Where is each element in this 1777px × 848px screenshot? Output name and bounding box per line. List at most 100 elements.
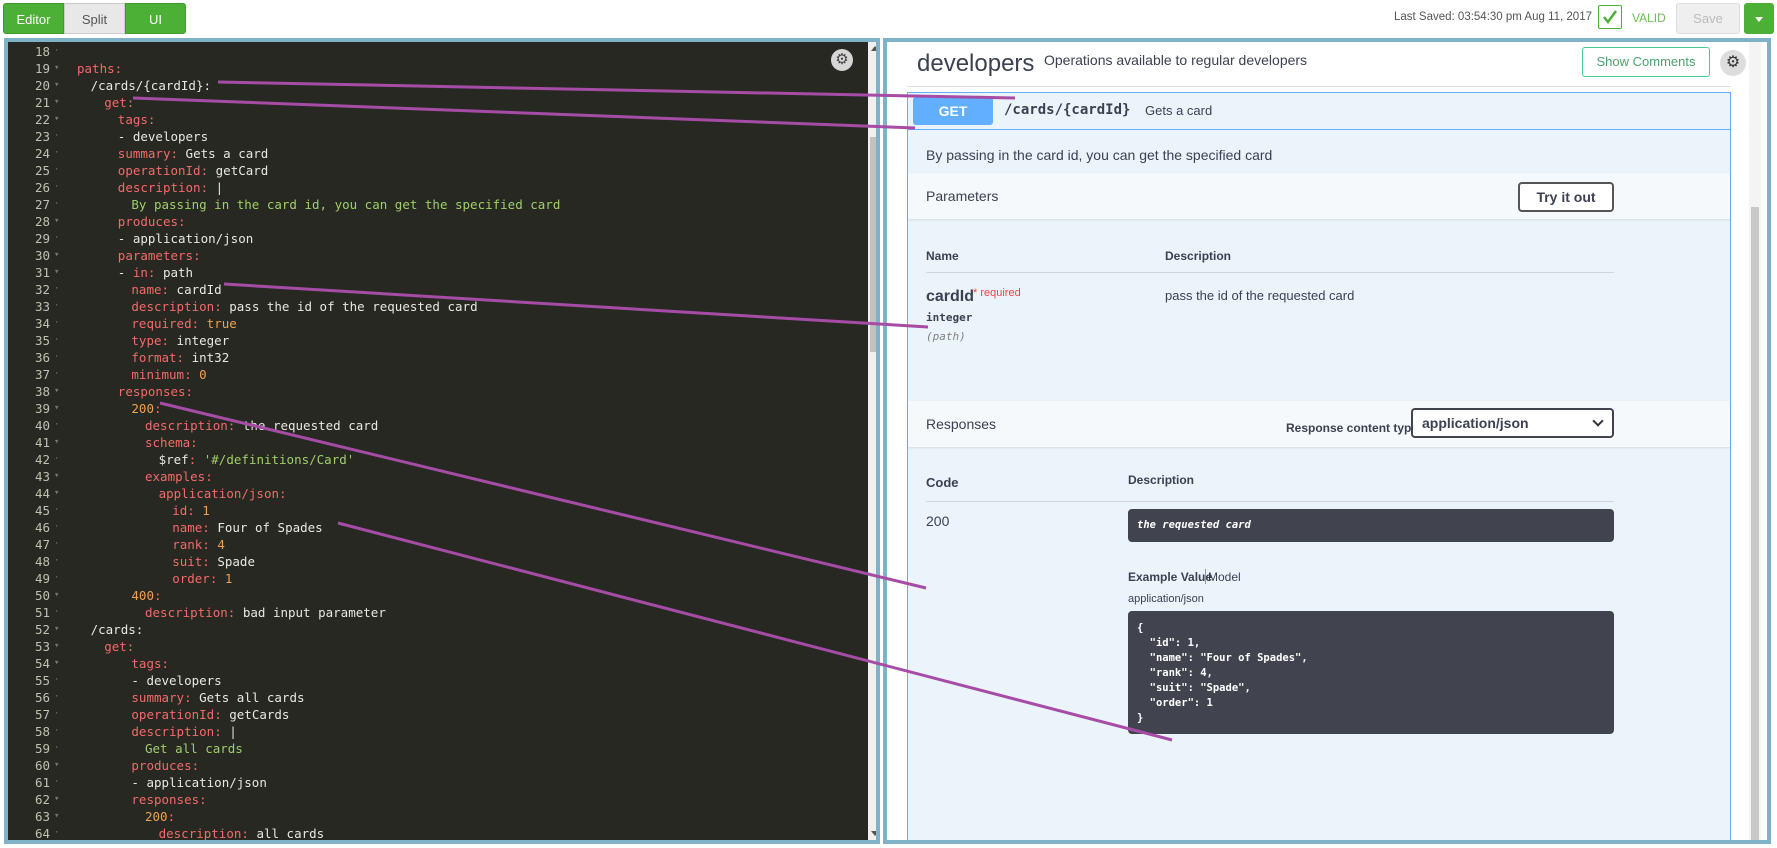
code-line[interactable]: 50 ▾ 400:: [8, 587, 868, 604]
fold-arrow-icon[interactable]: ▾: [54, 213, 59, 230]
code-line[interactable]: 53 ▾ get:: [8, 638, 868, 655]
fold-arrow-icon[interactable]: ▾: [54, 587, 59, 604]
ui-settings-gear-icon[interactable]: ⚙: [1720, 50, 1746, 76]
code-line[interactable]: 20 ▾ /cards/{cardId}:: [8, 77, 868, 94]
code-token: /cards/{cardId}: [90, 78, 204, 93]
fold-arrow-icon[interactable]: ▾: [54, 808, 59, 825]
code-line[interactable]: 32 · name: cardId: [8, 281, 868, 298]
code-line[interactable]: 64 · description: all cards: [8, 825, 868, 840]
code-token: :: [202, 520, 210, 535]
code-line[interactable]: 42 · $ref: '#/definitions/Card': [8, 451, 868, 468]
example-value-tab[interactable]: Example Value: [1128, 570, 1212, 584]
code-line[interactable]: 43 ▾ examples:: [8, 468, 868, 485]
example-json-block: { "id": 1, "name": "Four of Spades", "ra…: [1128, 611, 1614, 734]
code-token: :: [187, 503, 195, 518]
code-line[interactable]: 63 ▾ 200:: [8, 808, 868, 825]
code-line[interactable]: 48 · suit: Spade: [8, 553, 868, 570]
fold-arrow-icon[interactable]: ▾: [54, 434, 59, 451]
fold-arrow-icon[interactable]: ▾: [54, 757, 59, 774]
code-line[interactable]: 30 ▾ parameters:: [8, 247, 868, 264]
code-line[interactable]: 51 · description: bad input parameter: [8, 604, 868, 621]
code-line[interactable]: 37 · minimum: 0: [8, 366, 868, 383]
code-text: order: 1: [172, 570, 232, 587]
fold-arrow-icon[interactable]: ▾: [54, 60, 59, 77]
code-line[interactable]: 62 ▾ responses:: [8, 791, 868, 808]
try-it-out-button[interactable]: Try it out: [1518, 182, 1614, 212]
response-content-type-select[interactable]: application/json: [1411, 408, 1614, 438]
code-line[interactable]: 18 ·: [8, 43, 868, 60]
code-line[interactable]: 23 · - developers: [8, 128, 868, 145]
line-number: 61: [34, 775, 50, 790]
code-line[interactable]: 22 ▾ tags:: [8, 111, 868, 128]
fold-arrow-icon[interactable]: ▾: [54, 264, 59, 281]
ui-view-button[interactable]: UI: [125, 3, 186, 34]
tag-title[interactable]: developers: [917, 50, 1034, 78]
code-line[interactable]: 60 ▾ produces:: [8, 757, 868, 774]
fold-arrow-icon[interactable]: ▾: [54, 621, 59, 638]
line-number: 57: [34, 707, 50, 722]
code-line[interactable]: 25 · operationId: getCard: [8, 162, 868, 179]
ui-scrollbar[interactable]: [1749, 42, 1761, 840]
code-line[interactable]: 57 · operationId: getCards: [8, 706, 868, 723]
code-line[interactable]: 29 · - application/json: [8, 230, 868, 247]
scroll-down-icon[interactable]: [871, 831, 876, 836]
fold-dot-icon: ·: [54, 301, 60, 311]
fold-arrow-icon[interactable]: ▾: [54, 247, 59, 264]
code-line[interactable]: 41 ▾ schema:: [8, 434, 868, 451]
code-line[interactable]: 59 · Get all cards: [8, 740, 868, 757]
code-line[interactable]: 54 ▾ tags:: [8, 655, 868, 672]
fold-arrow-icon[interactable]: ▾: [54, 485, 59, 502]
code-line[interactable]: 55 · - developers: [8, 672, 868, 689]
fold-arrow-icon[interactable]: ▾: [54, 638, 59, 655]
editor-scroll-thumb[interactable]: [870, 137, 876, 352]
code-line[interactable]: 61 · - application/json: [8, 774, 868, 791]
code-line[interactable]: 28 ▾ produces:: [8, 213, 868, 230]
code-line[interactable]: 49 · order: 1: [8, 570, 868, 587]
code-line[interactable]: 52 ▾ /cards:: [8, 621, 868, 638]
code-line[interactable]: 39 ▾ 200:: [8, 400, 868, 417]
model-tab[interactable]: Model: [1208, 570, 1241, 584]
code-line[interactable]: 47 · rank: 4: [8, 536, 868, 553]
operation-summary[interactable]: GET /cards/{cardId} Gets a card: [908, 93, 1730, 130]
editor-scrollbar[interactable]: [868, 42, 876, 840]
code-line[interactable]: 44 ▾ application/json:: [8, 485, 868, 502]
ui-scroll-thumb[interactable]: [1751, 207, 1759, 840]
code-line[interactable]: 58 · description: |: [8, 723, 868, 740]
code-line[interactable]: 33 · description: pass the id of the reque…: [8, 298, 868, 315]
line-number: 60: [34, 758, 50, 773]
code-line[interactable]: 34 · required: true: [8, 315, 868, 332]
code-line[interactable]: 45 · id: 1: [8, 502, 868, 519]
fold-arrow-icon[interactable]: ▾: [54, 94, 59, 111]
code-line[interactable]: 24 · summary: Gets a card: [8, 145, 868, 162]
save-button[interactable]: Save: [1676, 3, 1740, 34]
code-token: the requested card: [235, 418, 379, 433]
editor-view-button[interactable]: Editor: [3, 3, 64, 34]
code-line[interactable]: 26 · description: |: [8, 179, 868, 196]
fold-arrow-icon[interactable]: ▾: [54, 655, 59, 672]
code-line[interactable]: 35 · type: integer: [8, 332, 868, 349]
fold-arrow-icon[interactable]: ▾: [54, 400, 59, 417]
code-line[interactable]: 56 · summary: Gets all cards: [8, 689, 868, 706]
save-options-dropdown[interactable]: [1744, 3, 1774, 34]
code-line[interactable]: 27 · By passing in the card id, you can ge…: [8, 196, 868, 213]
fold-arrow-icon[interactable]: ▾: [54, 468, 59, 485]
code-line[interactable]: 31 ▾ - in: path: [8, 264, 868, 281]
fold-arrow-icon[interactable]: ▾: [54, 111, 59, 128]
code-token: responses: [117, 384, 186, 399]
fold-arrow-icon[interactable]: ▾: [54, 77, 59, 94]
code-line[interactable]: 19 ▾ paths:: [8, 60, 868, 77]
code-line[interactable]: 21 ▾ get:: [8, 94, 868, 111]
split-view-button[interactable]: Split: [64, 3, 125, 34]
yaml-editor[interactable]: ⚙ 18 · 19 ▾ paths: 20 ▾/cards/{cardId}: 21 ▾ get:…: [8, 42, 876, 840]
code-line[interactable]: 40 · description: the requested card: [8, 417, 868, 434]
code-line[interactable]: 36 · format: int32: [8, 349, 868, 366]
fold-arrow-icon[interactable]: ▾: [54, 383, 59, 400]
line-number: 62: [34, 792, 50, 807]
code-token: description: [145, 418, 228, 433]
fold-arrow-icon[interactable]: ▾: [54, 791, 59, 808]
scroll-up-icon[interactable]: [871, 46, 876, 51]
code-line[interactable]: 38 ▾ responses:: [8, 383, 868, 400]
response-description: the requested card: [1128, 509, 1614, 542]
code-line[interactable]: 46 · name: Four of Spades: [8, 519, 868, 536]
show-comments-button[interactable]: Show Comments: [1582, 47, 1710, 77]
